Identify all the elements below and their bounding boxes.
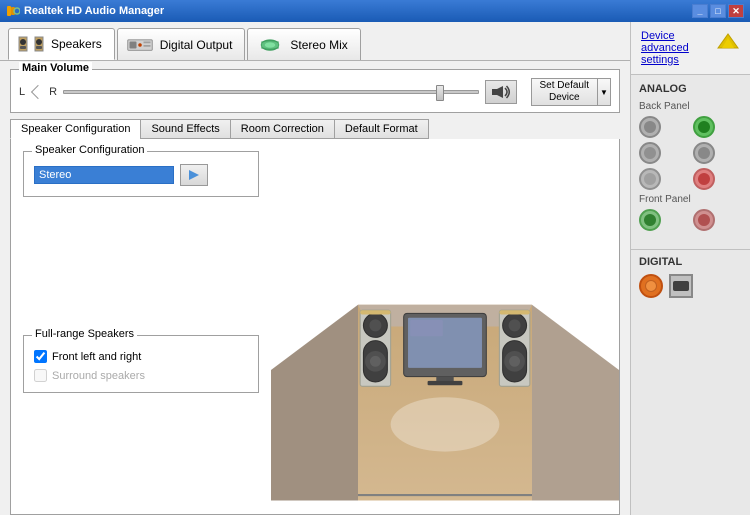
tab-default-format[interactable]: Default Format xyxy=(334,119,429,139)
surround-speakers-label: Surround speakers xyxy=(52,370,145,382)
tab-room-correction[interactable]: Room Correction xyxy=(230,119,334,139)
speaker-diagram xyxy=(271,139,619,514)
volume-slider-container xyxy=(63,82,478,102)
surround-speakers-row: Surround speakers xyxy=(34,369,248,382)
volume-arrow-left xyxy=(31,85,45,99)
tab-stereo-mix[interactable]: Stereo Mix xyxy=(247,28,360,60)
main-volume-section: Main Volume L R xyxy=(10,69,620,113)
speaker-config-group: Speaker Configuration Stereo Quadraphoni… xyxy=(23,151,259,197)
speaker-select-wrapper: Stereo Quadraphonic 5.1 Speaker 7.1 Spea… xyxy=(34,166,174,184)
back-jack-4[interactable] xyxy=(693,142,715,164)
tab-digital-output[interactable]: Digital Output xyxy=(117,28,246,60)
fullrange-group: Full-range Speakers Front left and right… xyxy=(23,335,259,393)
set-default-label[interactable]: Set DefaultDevice xyxy=(531,78,597,106)
left-channel-label: L xyxy=(19,86,25,98)
diagram-spacer xyxy=(23,205,259,335)
device-advanced-settings-link[interactable]: Device advancedsettings xyxy=(631,22,750,75)
volume-slider-track xyxy=(63,90,478,94)
device-tabs: Speakers Digital Output xyxy=(0,22,630,61)
stereo-mix-tab-icon xyxy=(256,34,284,56)
realtek-logo-icon xyxy=(716,30,740,52)
front-speakers-label: Front left and right xyxy=(52,351,141,363)
back-panel-label: Back Panel xyxy=(639,101,742,112)
front-jack-2[interactable] xyxy=(693,209,715,231)
tab-speakers[interactable]: Speakers xyxy=(8,28,115,60)
analog-section-title: ANALOG xyxy=(639,83,742,95)
digital-output-tab-label: Digital Output xyxy=(160,38,233,52)
front-jack-1[interactable] xyxy=(639,209,661,231)
right-panel: Device advancedsettings ANALOG Back Pane… xyxy=(630,22,750,515)
digital-jacks xyxy=(639,274,742,298)
play-button[interactable] xyxy=(180,164,208,186)
mute-button[interactable] xyxy=(485,80,517,104)
tab-speaker-configuration[interactable]: Speaker Configuration xyxy=(10,119,140,139)
back-jack-5[interactable] xyxy=(639,168,661,190)
set-default-dropdown-arrow[interactable]: ▼ xyxy=(597,78,611,106)
analog-digital-divider xyxy=(631,249,750,250)
minimize-button[interactable]: _ xyxy=(692,4,708,18)
back-jack-2[interactable] xyxy=(693,116,715,138)
speaker-config-panel: Speaker Configuration Stereo Quadraphoni… xyxy=(11,139,619,514)
back-panel-jacks xyxy=(639,116,742,190)
fullrange-group-label: Full-range Speakers xyxy=(32,328,137,340)
left-controls: Speaker Configuration Stereo Quadraphoni… xyxy=(11,139,271,514)
digital-section-title: DIGITAL xyxy=(639,256,742,268)
analog-section: ANALOG Back Panel Front Panel xyxy=(631,75,750,243)
digital-output-tab-icon xyxy=(126,34,154,56)
optical-jack[interactable] xyxy=(639,274,663,298)
tab-sound-effects[interactable]: Sound Effects xyxy=(140,119,229,139)
volume-slider-thumb[interactable] xyxy=(436,85,444,101)
speaker-select-row: Stereo Quadraphonic 5.1 Speaker 7.1 Spea… xyxy=(34,164,248,186)
back-jack-1[interactable] xyxy=(639,116,661,138)
speakers-tab-label: Speakers xyxy=(51,37,102,51)
back-jack-3[interactable] xyxy=(639,142,661,164)
digital-section: DIGITAL xyxy=(631,256,750,306)
stereo-mix-tab-label: Stereo Mix xyxy=(290,38,347,52)
surround-speakers-checkbox[interactable] xyxy=(34,369,47,382)
right-channel-label: R xyxy=(49,86,57,98)
back-jack-6[interactable] xyxy=(693,168,715,190)
speaker-config-select[interactable]: Stereo Quadraphonic 5.1 Speaker 7.1 Spea… xyxy=(34,166,174,184)
hdmi-jack[interactable] xyxy=(669,274,693,298)
speaker-config-group-label: Speaker Configuration xyxy=(32,144,147,156)
app-icon xyxy=(6,4,20,18)
close-button[interactable]: ✕ xyxy=(728,4,744,18)
front-panel-jacks xyxy=(639,209,742,231)
title-bar: Realtek HD Audio Manager _ □ ✕ xyxy=(0,0,750,22)
set-default-button[interactable]: Set DefaultDevice ▼ xyxy=(531,78,611,106)
front-panel-label: Front Panel xyxy=(639,194,742,205)
maximize-button[interactable]: □ xyxy=(710,4,726,18)
volume-section-label: Main Volume xyxy=(19,62,92,74)
window-controls: _ □ ✕ xyxy=(692,4,744,18)
panel-content: Speaker Configuration Stereo Quadraphoni… xyxy=(10,139,620,515)
app-title: Realtek HD Audio Manager xyxy=(24,5,164,17)
advanced-link-text: Device advancedsettings xyxy=(641,30,689,66)
front-speakers-row: Front left and right xyxy=(34,350,248,363)
front-speakers-checkbox[interactable] xyxy=(34,350,47,363)
function-tabs: Speaker Configuration Sound Effects Room… xyxy=(10,119,620,139)
speakers-tab-icon xyxy=(17,33,45,55)
